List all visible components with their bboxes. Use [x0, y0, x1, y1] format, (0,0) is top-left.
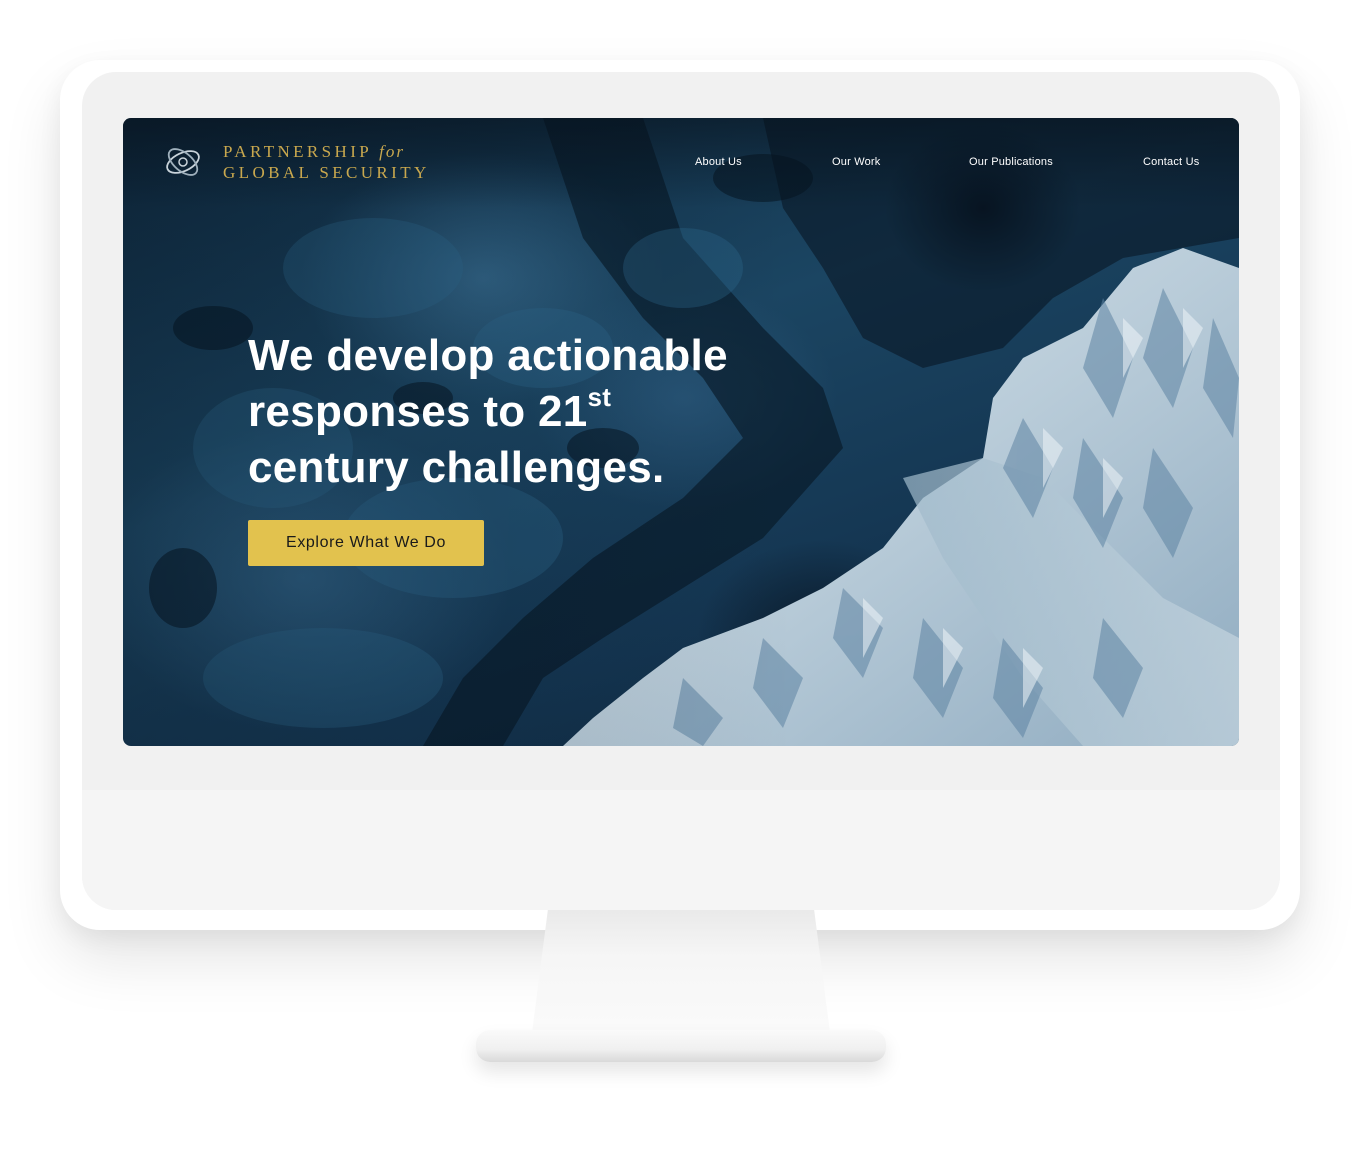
hero-headline-part1: We develop actionable responses to 21 [248, 331, 728, 436]
monitor-stand-neck [530, 908, 832, 1048]
explore-what-we-do-button[interactable]: Explore What We Do [248, 520, 484, 566]
nav-about-us[interactable]: About Us [695, 156, 742, 168]
main-navigation: About Us Our Work Our Publications Conta… [123, 156, 1239, 172]
stage: PARTNERSHIP for GLOBAL SECURITY About Us… [0, 0, 1362, 1152]
hero-headline-part2: century challenges. [248, 443, 665, 492]
hero-headline: We develop actionable responses to 21st c… [248, 328, 808, 496]
nav-contact-us[interactable]: Contact Us [1143, 156, 1199, 168]
nav-our-publications[interactable]: Our Publications [969, 156, 1053, 168]
website-screen: PARTNERSHIP for GLOBAL SECURITY About Us… [123, 118, 1239, 746]
nav-our-work[interactable]: Our Work [832, 156, 880, 168]
monitor-stand-base [476, 1030, 886, 1062]
monitor-chin [82, 790, 1280, 910]
hero-headline-superscript: st [587, 382, 612, 413]
